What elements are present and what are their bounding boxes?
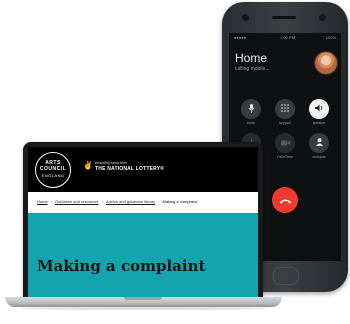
keypad-icon	[281, 104, 289, 114]
status-time: 1:00 PM	[280, 35, 295, 40]
laptop-screen: ARTS COUNCIL ENGLAND ✌ Awarding funds fr…	[28, 147, 258, 297]
contacts-label: contacts	[312, 155, 326, 159]
keypad-button[interactable]	[275, 99, 295, 119]
phone-sensor	[242, 14, 249, 21]
breadcrumb: Home › Guidance and resources › Advice and g…	[37, 199, 197, 204]
lottery-tagline: Awarding funds from	[95, 161, 128, 165]
breadcrumb-current: Making a complaint	[162, 199, 197, 204]
status-battery: 100%	[325, 35, 336, 40]
caller-name: Home	[235, 51, 268, 65]
status-bar: ●●●●● 1:00 PM 100%	[234, 35, 336, 41]
lottery-crossed-fingers-icon: ✌	[83, 161, 93, 170]
phone-speaker	[272, 16, 296, 19]
breadcrumb-library[interactable]: Advice and guidance library	[106, 199, 155, 204]
breadcrumb-guidance[interactable]: Guidance and resources	[55, 199, 99, 204]
end-call-button[interactable]	[272, 187, 298, 213]
hero-banner: Making a complaint	[28, 213, 258, 297]
speaker-button[interactable]	[309, 99, 329, 119]
breadcrumb-home[interactable]: Home	[37, 199, 48, 204]
mute-label: mute	[247, 121, 255, 125]
phone-home-indicator	[273, 267, 299, 285]
facetime-button[interactable]	[275, 133, 295, 153]
caller-avatar	[314, 51, 338, 75]
logo-text-top: ARTS COUNCIL	[39, 160, 67, 172]
call-status: calling mobile...	[235, 66, 270, 72]
contacts-icon	[315, 138, 323, 148]
end-call-icon	[279, 191, 292, 209]
laptop-notch	[124, 297, 162, 300]
logo-text-bottom: ENGLAND	[41, 173, 65, 178]
microphone-icon	[248, 103, 255, 115]
speaker-icon	[314, 104, 324, 114]
contacts-button[interactable]	[309, 133, 329, 153]
breadcrumb-separator: ›	[101, 199, 103, 204]
speaker-label: speaker	[312, 121, 326, 125]
laptop-shadow	[20, 307, 267, 310]
breadcrumb-separator: ›	[50, 199, 53, 204]
facetime-label: FaceTime	[277, 155, 293, 159]
lottery-name: THE NATIONAL LOTTERY®	[95, 166, 165, 172]
arts-council-logo[interactable]: ARTS COUNCIL ENGLAND	[35, 152, 71, 188]
site-header: ARTS COUNCIL ENGLAND ✌ Awarding funds fr…	[28, 147, 258, 192]
status-carrier: ●●●●●	[234, 35, 247, 40]
phone-front-camera	[319, 14, 326, 21]
mute-button[interactable]	[241, 99, 261, 119]
keypad-label: keypad	[279, 121, 291, 125]
facetime-icon	[280, 139, 290, 148]
breadcrumb-separator: ›	[158, 199, 160, 204]
page-title: Making a complaint	[37, 257, 206, 275]
